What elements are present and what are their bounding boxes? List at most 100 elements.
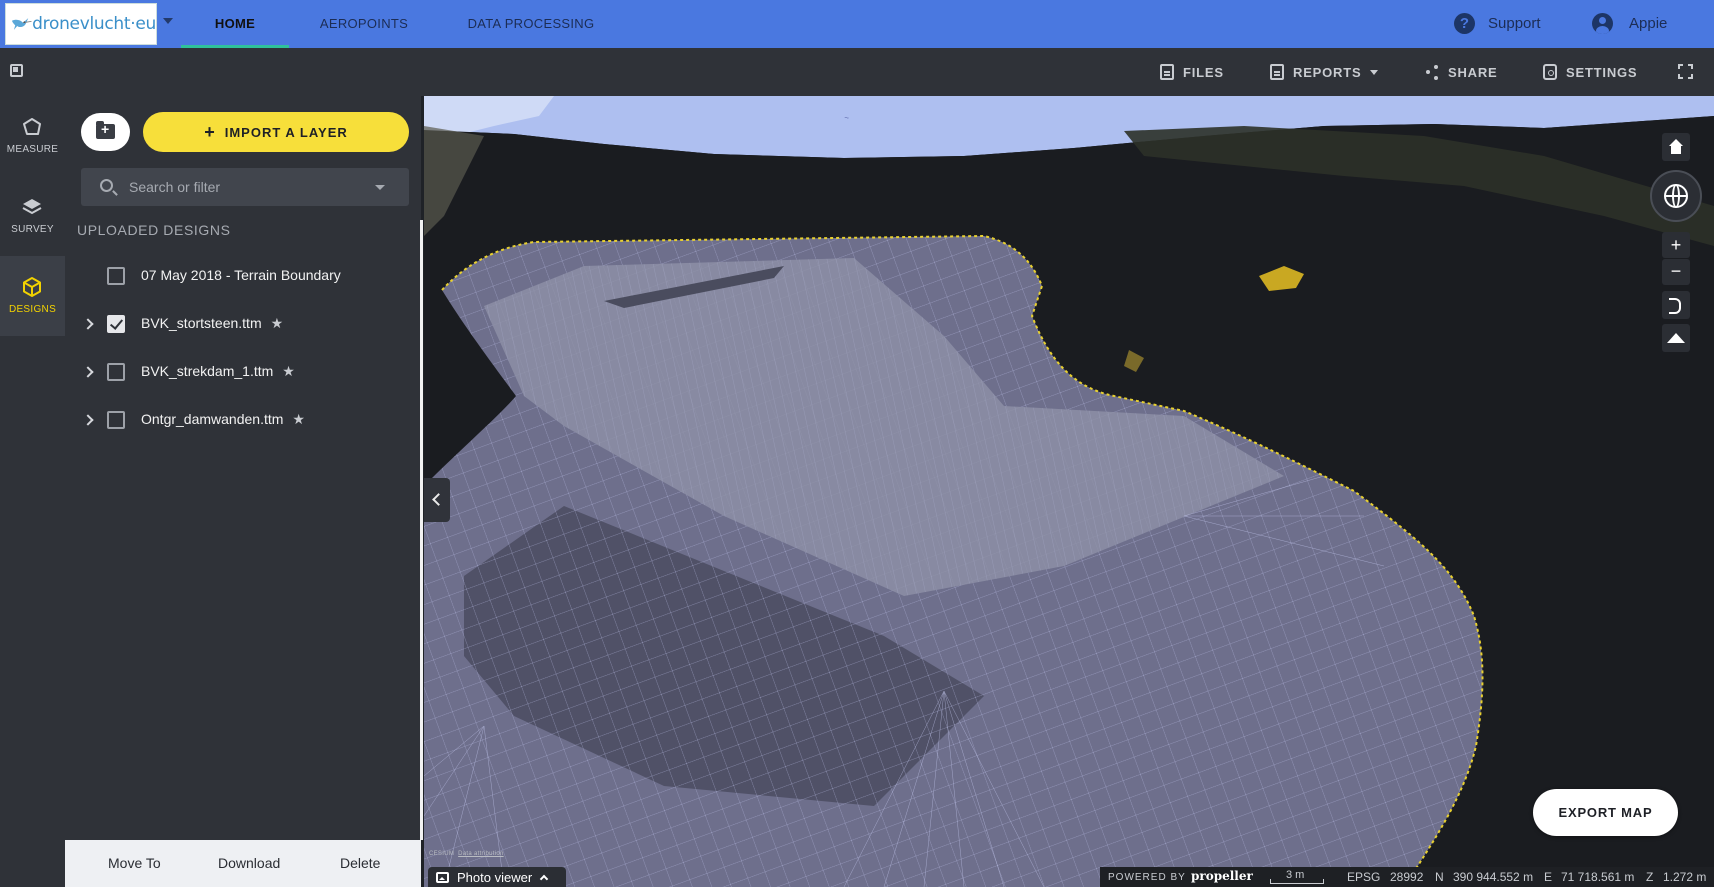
powered-by-label: POWERED BY bbox=[1108, 872, 1186, 883]
move-to-button[interactable]: Move To bbox=[108, 855, 161, 871]
design-checkbox[interactable] bbox=[107, 267, 125, 285]
design-row[interactable]: Ontgr_damwanden.ttm ★ bbox=[65, 399, 420, 443]
design-name: 07 May 2018 - Terrain Boundary bbox=[141, 267, 341, 283]
hummingbird-logo-icon bbox=[11, 18, 32, 30]
data-attribution-link[interactable]: Data attribution bbox=[458, 851, 504, 857]
share-button[interactable]: SHARE bbox=[1425, 62, 1498, 82]
download-button[interactable]: Download bbox=[218, 855, 280, 871]
rail-item-designs[interactable]: DESIGNS bbox=[0, 256, 65, 336]
settings-label: SETTINGS bbox=[1566, 64, 1638, 80]
design-name: BVK_strekdam_1.ttm ★ bbox=[141, 363, 295, 380]
collapse-panel-icon[interactable] bbox=[10, 64, 23, 77]
propeller-brand: propeller bbox=[1191, 869, 1253, 883]
tab-data-processing[interactable]: DATA PROCESSING bbox=[464, 0, 598, 48]
settings-button[interactable]: SETTINGS bbox=[1543, 62, 1637, 82]
measure-icon bbox=[23, 118, 41, 135]
design-name: Ontgr_damwanden.ttm ★ bbox=[141, 411, 305, 428]
chevron-up-icon bbox=[539, 874, 549, 884]
star-icon[interactable]: ★ bbox=[271, 315, 284, 332]
panel-toggle-chevron-icon[interactable] bbox=[424, 478, 450, 522]
map-toolbar: FILES REPORTS SHARE SETTINGS bbox=[0, 48, 1714, 96]
cube-icon bbox=[23, 277, 41, 297]
photo-viewer-toggle[interactable]: Photo viewer bbox=[428, 867, 566, 887]
designs-panel bbox=[65, 96, 421, 840]
star-icon[interactable]: ★ bbox=[292, 411, 305, 428]
help-circle-icon[interactable]: ? bbox=[1454, 13, 1475, 34]
design-checkbox[interactable] bbox=[107, 315, 125, 333]
expand-chevron-icon[interactable] bbox=[82, 366, 94, 378]
rail-item-measure[interactable]: MEASURE bbox=[0, 96, 65, 176]
brand-logo[interactable]: dronevlucht·eu bbox=[5, 3, 157, 45]
zoom-in-icon[interactable]: + bbox=[1662, 232, 1690, 258]
star-icon[interactable]: ★ bbox=[282, 363, 295, 380]
terrain-3d-view: ~ bbox=[424, 96, 1714, 887]
export-map-button[interactable]: EXPORT MAP bbox=[1533, 789, 1678, 836]
design-row[interactable]: BVK_stortsteen.ttm ★ bbox=[65, 303, 420, 347]
northing-label: N bbox=[1435, 870, 1444, 884]
top-nav-bar: dronevlucht·eu HOME AEROPOINTS DATA PROC… bbox=[0, 0, 1714, 48]
design-checkbox[interactable] bbox=[107, 363, 125, 381]
share-label: SHARE bbox=[1448, 64, 1498, 80]
northing-value: 390 944.552 m bbox=[1453, 870, 1534, 884]
panel-scrollbar[interactable] bbox=[420, 220, 423, 840]
files-button[interactable]: FILES bbox=[1160, 62, 1224, 82]
design-row[interactable]: BVK_strekdam_1.ttm ★ bbox=[65, 351, 420, 395]
tab-home[interactable]: HOME bbox=[181, 0, 289, 48]
filter-dropdown-chevron-icon[interactable] bbox=[375, 185, 385, 190]
search-field bbox=[81, 168, 409, 206]
new-folder-button[interactable] bbox=[81, 113, 130, 151]
easting-value: 71 718.561 m bbox=[1561, 870, 1635, 884]
files-label: FILES bbox=[1183, 64, 1224, 80]
cesium-credit-label: CESIUM bbox=[429, 851, 455, 857]
brand-logo-text: dronevlucht·eu bbox=[32, 14, 156, 34]
epsg-label: EPSG bbox=[1347, 870, 1381, 884]
elevation-label: Z bbox=[1646, 870, 1654, 884]
delete-button[interactable]: Delete bbox=[340, 855, 380, 871]
fullscreen-icon[interactable] bbox=[1678, 64, 1693, 79]
import-layer-button[interactable]: + IMPORT A LAYER bbox=[143, 112, 409, 152]
home-view-icon[interactable] bbox=[1662, 133, 1690, 161]
epsg-code: 28992 bbox=[1390, 870, 1424, 884]
reports-label: REPORTS bbox=[1293, 64, 1362, 80]
rail-label-designs: DESIGNS bbox=[8, 304, 57, 315]
easting-label: E bbox=[1544, 870, 1553, 884]
selection-actions-bar: Move To Download Delete bbox=[65, 840, 421, 887]
terrain-icon[interactable] bbox=[1662, 324, 1690, 352]
section-title: UPLOADED DESIGNS bbox=[77, 222, 231, 238]
tool-rail: MEASURE SURVEY DESIGNS bbox=[0, 96, 65, 887]
zoom-out-icon[interactable]: − bbox=[1662, 259, 1690, 285]
scale-bar bbox=[1270, 879, 1324, 884]
rail-label-survey: SURVEY bbox=[11, 224, 54, 235]
report-icon bbox=[1270, 64, 1284, 80]
expand-chevron-icon[interactable] bbox=[82, 318, 94, 330]
tab-aeropoints[interactable]: AEROPOINTS bbox=[308, 0, 420, 48]
chevron-down-icon bbox=[1370, 69, 1379, 75]
search-icon bbox=[100, 179, 113, 192]
share-icon bbox=[1425, 64, 1439, 80]
folder-add-icon bbox=[96, 121, 115, 139]
user-menu[interactable]: Appie bbox=[1629, 15, 1667, 32]
rail-item-survey[interactable]: SURVEY bbox=[0, 176, 65, 256]
lasso-select-icon[interactable] bbox=[1662, 291, 1690, 319]
account-icon[interactable] bbox=[1592, 13, 1613, 34]
design-row[interactable]: 07 May 2018 - Terrain Boundary bbox=[65, 255, 420, 299]
map-viewport[interactable]: ~ bbox=[424, 96, 1714, 887]
globe-icon[interactable] bbox=[1664, 184, 1688, 208]
support-link[interactable]: Support bbox=[1488, 15, 1541, 32]
coordinates-status-bar: POWERED BY propeller 3 m EPSG 28992 N 39… bbox=[1100, 867, 1714, 887]
brand-dropdown-chevron-icon[interactable] bbox=[163, 18, 173, 24]
import-layer-label: IMPORT A LAYER bbox=[224, 124, 348, 140]
cesium-credit: CESIUM Data attribution bbox=[429, 851, 504, 857]
image-icon bbox=[436, 871, 449, 883]
design-checkbox[interactable] bbox=[107, 411, 125, 429]
layers-icon bbox=[22, 199, 42, 215]
reports-button[interactable]: REPORTS bbox=[1270, 62, 1379, 82]
plus-icon: + bbox=[204, 121, 216, 142]
expand-chevron-icon[interactable] bbox=[82, 414, 94, 426]
elevation-value: 1.272 m bbox=[1663, 870, 1707, 884]
search-input[interactable] bbox=[129, 177, 369, 197]
design-name: BVK_stortsteen.ttm ★ bbox=[141, 315, 284, 332]
rail-label-measure: MEASURE bbox=[6, 144, 59, 155]
gear-icon bbox=[1543, 64, 1557, 80]
photo-viewer-label: Photo viewer bbox=[457, 869, 533, 885]
